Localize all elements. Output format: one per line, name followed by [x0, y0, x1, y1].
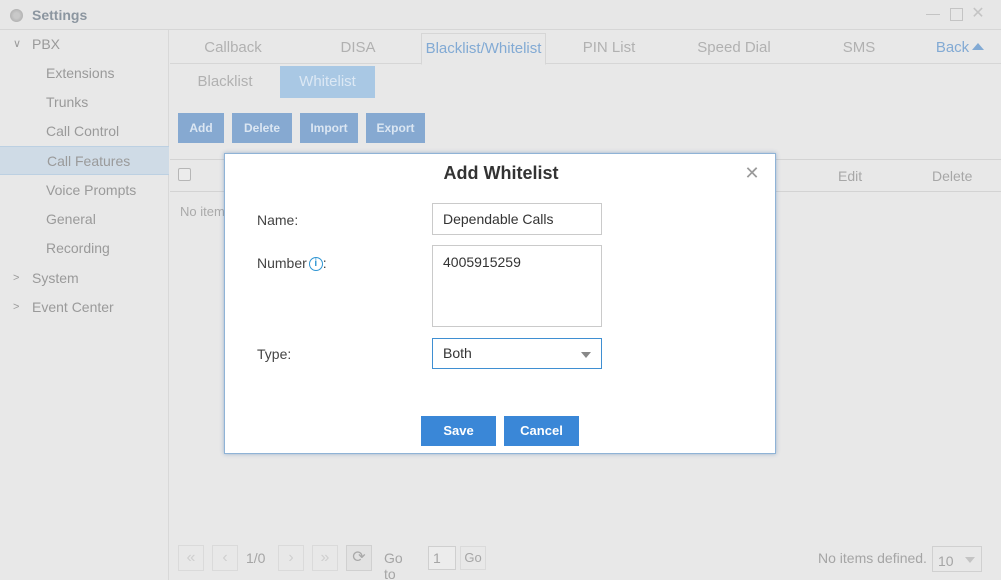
- tab-disa[interactable]: DISA: [296, 33, 420, 64]
- goto-label: Go to: [384, 550, 403, 580]
- column-edit: Edit: [838, 168, 863, 184]
- type-label: Type:: [257, 346, 292, 362]
- sidebar-group-system[interactable]: > System: [0, 264, 169, 292]
- tab-pin-list[interactable]: PIN List: [546, 33, 672, 64]
- caret-down-icon: [581, 352, 591, 358]
- sidebar-item-recording[interactable]: Recording: [0, 234, 169, 263]
- last-page-button[interactable]: »: [312, 545, 338, 571]
- export-button[interactable]: Export: [366, 113, 425, 143]
- first-page-button[interactable]: «: [178, 545, 204, 571]
- sidebar-item-extensions[interactable]: Extensions: [0, 59, 169, 88]
- select-all-checkbox[interactable]: [178, 168, 191, 181]
- sidebar-item-call-control[interactable]: Call Control: [0, 117, 169, 146]
- go-button[interactable]: Go: [460, 546, 486, 570]
- close-window-button[interactable]: ✕: [970, 6, 986, 22]
- subtab-blacklist[interactable]: Blacklist: [170, 66, 280, 98]
- chevron-right-icon: >: [13, 301, 20, 313]
- goto-page-input[interactable]: [428, 546, 456, 570]
- tab-sms[interactable]: SMS: [796, 33, 922, 64]
- sidebar-item-voice-prompts[interactable]: Voice Prompts: [0, 176, 169, 205]
- tab-blacklist-whitelist[interactable]: Blacklist/Whitelist: [421, 33, 546, 65]
- cancel-button[interactable]: Cancel: [504, 416, 579, 446]
- type-select[interactable]: Both: [432, 338, 602, 369]
- tab-callback[interactable]: Callback: [170, 33, 296, 64]
- close-icon[interactable]: ✕: [744, 164, 760, 182]
- sidebar-group-pbx[interactable]: ∨ PBX: [0, 30, 169, 58]
- delete-button[interactable]: Delete: [232, 113, 292, 143]
- refresh-icon[interactable]: ⟳: [346, 545, 372, 571]
- chevron-down-icon: ∨: [13, 38, 22, 50]
- sidebar-item-call-features[interactable]: Call Features: [0, 146, 169, 175]
- chevron-right-icon: >: [13, 272, 20, 284]
- save-button[interactable]: Save: [421, 416, 496, 446]
- add-whitelist-dialog: Add Whitelist ✕ Name: Numberi: Type: Bot…: [224, 153, 776, 454]
- name-input[interactable]: [432, 203, 602, 235]
- tab-speed-dial[interactable]: Speed Dial: [672, 33, 796, 64]
- caret-down-icon: [965, 557, 975, 563]
- tab-bar: Callback DISA Blacklist/Whitelist PIN Li…: [170, 33, 1001, 65]
- triangle-up-icon: [972, 43, 985, 50]
- sidebar-item-general[interactable]: General: [0, 205, 169, 234]
- subtab-whitelist[interactable]: Whitelist: [280, 66, 375, 98]
- page-indicator: 1/0: [246, 550, 266, 566]
- number-textarea[interactable]: [432, 245, 602, 327]
- prev-page-button[interactable]: ‹: [212, 545, 238, 571]
- next-page-button[interactable]: ›: [278, 545, 304, 571]
- number-label: Number i:: [257, 255, 327, 271]
- title-bar: Settings ✕: [0, 0, 1001, 30]
- sidebar-group-event-center[interactable]: > Event Center: [0, 293, 169, 321]
- gear-icon: [10, 9, 23, 22]
- dialog-title: Add Whitelist: [443, 163, 559, 183]
- import-button[interactable]: Import: [300, 113, 358, 143]
- pagination-status: No items defined.: [818, 550, 927, 566]
- sidebar-item-trunks[interactable]: Trunks: [0, 88, 169, 117]
- window-title: Settings: [32, 7, 88, 23]
- back-button[interactable]: Back: [922, 33, 998, 64]
- page-size-select[interactable]: 10: [932, 546, 982, 572]
- sidebar: ∨ PBX Extensions Trunks Call Control Cal…: [0, 30, 169, 580]
- column-delete: Delete: [932, 168, 973, 184]
- maximize-button[interactable]: [948, 6, 964, 22]
- add-button[interactable]: Add: [178, 113, 224, 143]
- name-label: Name:: [257, 212, 299, 228]
- minimize-button[interactable]: [925, 6, 941, 22]
- info-icon[interactable]: i: [308, 257, 323, 271]
